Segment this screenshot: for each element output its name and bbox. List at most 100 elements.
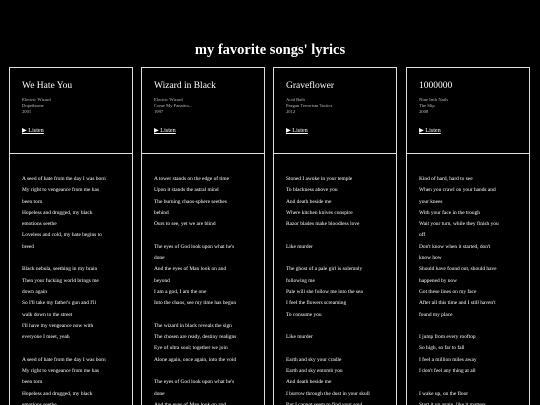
- song-card-wizard-in-black: Wizard in Black Electric Wizard Come My …: [141, 67, 265, 405]
- listen-link[interactable]: ▶ Listen: [22, 127, 44, 135]
- listen-link[interactable]: ▶ Listen: [154, 127, 176, 135]
- lyric-line: Earth and sky entomb you: [286, 368, 343, 375]
- song-year: 1997: [154, 109, 164, 114]
- lyric-line: Where kitchen knives conspire: [286, 209, 353, 216]
- lyric-line: Ours to see, yet we are blind: [154, 221, 216, 228]
- lyric-line: The chosen are ready, destiny realigns: [154, 334, 237, 341]
- lyric-line: My right to vengeance from me has: [22, 368, 99, 375]
- lyric-line: Loveless and cold, my hate begins to: [22, 232, 102, 239]
- lyric-line: walk down to the street: [22, 311, 73, 318]
- song-meta: Electric Wizard Come My Fanatics... 1997: [154, 97, 264, 115]
- stanza-break: [22, 343, 124, 354]
- lyric-line: emotions seethe: [22, 221, 57, 228]
- lyric-line: And the eyes of Man look on and: [154, 266, 227, 273]
- listen-link[interactable]: ▶ Listen: [419, 127, 441, 135]
- lyric-line: done: [154, 255, 165, 262]
- stanza-break: [419, 377, 521, 388]
- song-meta: Acid Bath Paegan Terrorism Tactics 2012: [286, 97, 396, 115]
- lyric-line: Like murder: [286, 243, 313, 250]
- stanza-break: [286, 321, 388, 332]
- lyric-line: I don't feel any thing at all: [419, 368, 476, 375]
- song-lyrics: A seed of hate from the day I was born My…: [10, 154, 132, 405]
- lyric-line: down again: [22, 288, 48, 295]
- lyric-line: Kind of hard, hard to see: [419, 176, 473, 182]
- stanza-break: [154, 230, 256, 241]
- stanza-break: [286, 343, 388, 354]
- song-card-header: We Hate You Electric Wizard Dopethrone 2…: [10, 68, 132, 154]
- lyric-line: following me: [286, 277, 315, 284]
- song-card-header: Graveflower Acid Bath Paegan Terrorism T…: [274, 68, 396, 154]
- page: my favorite songs' lyrics We Hate You El…: [0, 0, 540, 405]
- lyric-line: With your face in the trough: [419, 209, 481, 216]
- song-meta: Electric Wizard Dopethrone 2001: [22, 97, 132, 115]
- lyric-line: happened by now: [419, 277, 458, 284]
- lyric-line: The eyes of God look upon what he's: [154, 243, 235, 250]
- lyric-line: know how: [419, 255, 442, 262]
- lyric-line: Earth and sky your cradle: [286, 356, 342, 363]
- song-title: 1000000: [419, 81, 453, 91]
- song-title: We Hate You: [22, 81, 73, 91]
- page-title: my favorite songs' lyrics: [194, 42, 346, 58]
- song-card-we-hate-you: We Hate You Electric Wizard Dopethrone 2…: [9, 67, 133, 405]
- lyric-line: I burrow through the dust in your skull: [286, 390, 370, 397]
- lyric-line: everyone I meet, yeah: [22, 334, 70, 341]
- lyric-line: Pale will she follow me into the sea: [286, 288, 363, 295]
- lyric-line: My right to vengeance from me has: [22, 187, 99, 194]
- lyric-line: To consume you: [286, 311, 322, 318]
- song-lyrics: Stoned I awoke in your temple To blacknes…: [274, 154, 396, 405]
- lyric-line: Wait your turn, while they finish you: [419, 221, 499, 228]
- lyric-line: Hopeless and drugged, my black: [22, 209, 93, 216]
- song-card-header: 1000000 Nine Inch Nails The Slip 2008 ▶ …: [407, 68, 529, 154]
- lyric-line: Should have found out, should have: [419, 266, 497, 273]
- lyric-line: Upon it stands the astral mind: [154, 187, 219, 194]
- lyric-line: Black nebula, seething in my brain: [22, 266, 98, 273]
- lyric-line: And the eyes of Man look on and: [154, 401, 227, 405]
- lyric-line: So high, so far to fall: [419, 345, 465, 352]
- lyric-line: A seed of hate from the day I was born: [22, 356, 106, 363]
- lyric-line: emotions seethe: [22, 401, 57, 405]
- lyric-line: I'll have my vengeance now with: [22, 322, 94, 329]
- lyric-line: To blackness above you: [286, 187, 338, 194]
- lyric-line: And death beside me: [286, 198, 332, 205]
- song-card-header: Wizard in Black Electric Wizard Come My …: [142, 68, 264, 154]
- song-year: 2012: [286, 109, 296, 114]
- lyric-line: But I cannot seem to find your soul: [286, 401, 363, 405]
- lyric-line: The eyes of God look upon what he's: [154, 379, 235, 386]
- lyric-line: Like murder: [286, 334, 313, 341]
- lyric-line: Eye of ultra soul; together we join: [154, 345, 228, 352]
- lyric-line: After all this time and I still haven't: [419, 300, 496, 307]
- lyric-line: been torn: [22, 379, 43, 386]
- listen-link[interactable]: ▶ Listen: [286, 127, 308, 135]
- lyric-line: I am a god, I am the one: [154, 288, 207, 295]
- song-lyrics: Kind of hard, hard to see When you crawl …: [407, 154, 529, 405]
- song-title: Wizard in Black: [154, 81, 216, 91]
- song-lyrics: A tower stands on the edge of time Upon i…: [142, 154, 264, 405]
- stanza-break: [419, 321, 521, 332]
- lyric-line: A tower stands on the edge of time: [154, 176, 230, 182]
- lyric-line: I jump from every rooftop: [419, 334, 476, 341]
- song-meta: Nine Inch Nails The Slip 2008: [419, 97, 529, 115]
- stanza-break: [154, 366, 256, 377]
- lyric-line: I feel the flowers screaming: [286, 300, 347, 307]
- song-year: 2001: [22, 109, 32, 114]
- lyric-line: I wake up, on the floor: [419, 390, 469, 397]
- lyric-line: The ghost of a pale girl is solemnly: [286, 266, 363, 273]
- lyric-line: A seed of hate from the day I was born: [22, 176, 106, 182]
- song-title: Graveflower: [286, 81, 335, 91]
- lyric-line: found my place: [419, 311, 453, 318]
- lyric-line: done: [154, 390, 165, 397]
- lyric-line: The burning chaos-sphere seethes: [154, 198, 227, 205]
- lyric-line: So I'll take my father's gun and I'll: [22, 300, 97, 307]
- stanza-break: [22, 253, 124, 264]
- stanza-break: [154, 310, 256, 321]
- lyric-line: beyond: [154, 277, 170, 284]
- lyric-line: Got these lines on my face: [419, 288, 477, 295]
- lyric-line: I feel a million miles away: [419, 356, 477, 363]
- lyric-line: Into the chaos, see my time has begun: [154, 300, 237, 307]
- stanza-break: [286, 230, 388, 241]
- lyric-line: Don't know when it started, don't: [419, 243, 491, 250]
- lyric-line: breed: [22, 243, 34, 250]
- song-year: 2008: [419, 109, 429, 114]
- lyric-line: The wizard in black reveals the sign: [154, 322, 232, 329]
- lyric-line: When you crawl on your hands and: [419, 187, 496, 194]
